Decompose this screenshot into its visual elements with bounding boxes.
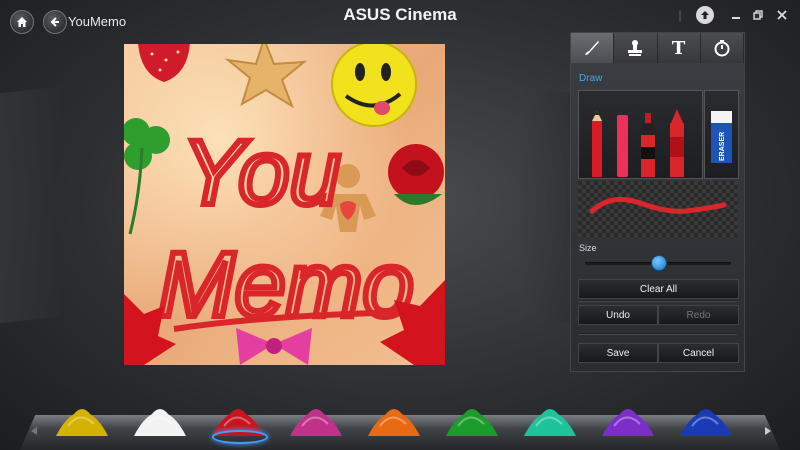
rose-sticker xyxy=(388,144,444,205)
handwritten-line-1: You xyxy=(182,122,341,224)
size-slider-knob[interactable] xyxy=(651,255,667,271)
tab-text[interactable]: T xyxy=(657,33,701,63)
upload-button[interactable] xyxy=(696,6,714,24)
close-button[interactable] xyxy=(774,7,790,23)
divider-icon: | xyxy=(678,8,682,22)
stroke-preview xyxy=(578,181,737,237)
powder-pile xyxy=(680,409,732,436)
powder-pile xyxy=(290,409,342,436)
powder-pile xyxy=(602,409,654,436)
backdrop-panel-right xyxy=(520,87,570,323)
draw-tools xyxy=(578,90,703,179)
minimize-button[interactable] xyxy=(728,7,744,23)
tab-timer[interactable] xyxy=(700,33,744,63)
powder-pile xyxy=(368,409,420,436)
selection-ring xyxy=(212,430,268,444)
save-button[interactable]: Save xyxy=(578,343,658,363)
restore-button[interactable] xyxy=(750,7,766,23)
tool-panel: T Draw ERASER Size Clear All Undo Redo S… xyxy=(570,32,745,372)
color-swatch[interactable] xyxy=(50,400,114,440)
close-icon xyxy=(777,10,787,20)
scroll-left-button[interactable] xyxy=(28,425,40,437)
handwritten-line-2: Memo xyxy=(158,234,414,336)
divider xyxy=(578,300,737,302)
color-swatch[interactable] xyxy=(128,400,192,440)
timer-icon xyxy=(714,40,730,57)
eraser-tool[interactable]: ERASER xyxy=(704,90,739,179)
color-swatch[interactable] xyxy=(206,400,270,444)
tool-tabs: T xyxy=(571,33,744,63)
arrow-up-icon xyxy=(701,11,709,19)
clover-sticker xyxy=(124,118,170,235)
powder-pile xyxy=(446,409,498,436)
strawberry-sticker xyxy=(138,44,190,82)
clear-all-button[interactable]: Clear All xyxy=(578,279,739,299)
color-swatch[interactable] xyxy=(596,400,660,440)
backdrop-panel-left xyxy=(0,86,60,324)
divider xyxy=(578,333,737,335)
crayon-tool[interactable] xyxy=(670,109,684,177)
color-swatch[interactable] xyxy=(440,400,504,440)
text-icon: T xyxy=(671,37,686,59)
brush-icon xyxy=(585,41,600,55)
eraser-label: ERASER xyxy=(719,132,726,161)
minimize-icon xyxy=(732,17,740,19)
marker-tool[interactable] xyxy=(641,113,655,177)
chalk-tool[interactable] xyxy=(617,115,628,177)
color-swatch[interactable] xyxy=(518,400,582,440)
color-swatch[interactable] xyxy=(284,400,348,440)
cancel-button[interactable]: Cancel xyxy=(658,343,739,363)
powder-pile xyxy=(56,409,108,436)
arrow-right-icon xyxy=(765,427,771,435)
stamp-icon xyxy=(628,40,643,56)
pencil-tool[interactable] xyxy=(592,111,602,177)
starfish-sticker xyxy=(224,44,308,109)
tab-brush[interactable] xyxy=(571,33,615,63)
arrow-left-icon xyxy=(31,427,37,435)
smiley-sticker xyxy=(331,44,417,127)
powder-pile xyxy=(524,409,576,436)
handwritten-text: You Memo xyxy=(155,119,425,339)
scroll-right-button[interactable] xyxy=(762,425,774,437)
drawing-canvas[interactable]: You Memo xyxy=(124,44,445,365)
color-swatch[interactable] xyxy=(674,400,738,440)
stroke-sample xyxy=(589,196,727,214)
restore-icon xyxy=(753,10,763,20)
color-swatch[interactable] xyxy=(362,400,426,440)
tab-stamp[interactable] xyxy=(614,33,658,63)
section-label: Draw xyxy=(579,73,603,84)
powder-pile xyxy=(134,409,186,436)
size-label: Size xyxy=(579,243,597,253)
redo-button[interactable]: Redo xyxy=(658,305,739,325)
undo-button[interactable]: Undo xyxy=(578,305,658,325)
